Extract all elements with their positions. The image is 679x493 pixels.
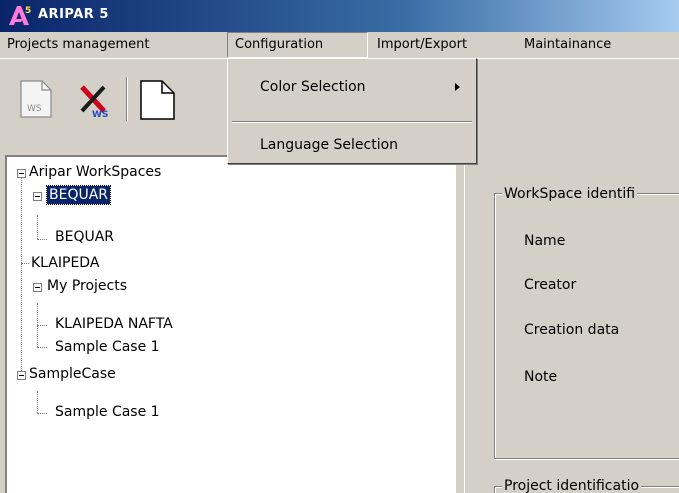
project-identification-title: Project identificatio — [502, 478, 642, 493]
tree-node-samplecase-child[interactable]: Sample Case 1 — [55, 403, 160, 421]
window-title: ARIPAR 5 — [38, 7, 109, 22]
menu-separator — [232, 121, 472, 123]
svg-text:WS: WS — [27, 104, 42, 114]
toolbar-separator — [126, 77, 128, 121]
new-document-icon — [140, 80, 175, 120]
tree-expander-my-projects[interactable] — [33, 283, 42, 292]
delete-workspace-button[interactable]: WS — [74, 77, 114, 121]
tree-node-klaipeda[interactable]: KLAIPEDA — [31, 254, 99, 272]
svg-text:5: 5 — [25, 6, 31, 16]
new-workspace-button[interactable]: WS — [18, 77, 58, 121]
tree-node-samplecase[interactable]: SampleCase — [29, 365, 116, 383]
color-selection-label: Color Selection — [260, 79, 366, 95]
menu-item-color-selection[interactable]: Color Selection — [230, 74, 474, 100]
submenu-arrow-icon — [455, 83, 460, 91]
menu-maintainance[interactable]: Maintainance — [517, 32, 618, 58]
tree-expander-samplecase[interactable] — [17, 371, 26, 380]
language-selection-label: Language Selection — [260, 137, 399, 153]
new-document-button[interactable] — [138, 77, 178, 121]
tree-line — [37, 325, 47, 326]
menu-import-export[interactable]: Import/Export — [370, 32, 474, 58]
creation-data-label: Creation data — [524, 322, 620, 338]
menu-configuration[interactable]: Configuration — [227, 32, 368, 58]
tree-line — [21, 263, 29, 264]
configuration-dropdown-menu: Color Selection Language Selection — [227, 58, 477, 164]
menu-item-language-selection[interactable]: Language Selection — [230, 132, 474, 158]
new-workspace-icon: WS — [20, 80, 52, 118]
workspace-details-panel: WorkSpace identifi Name Creator Creation… — [464, 155, 679, 493]
tree-root-expander[interactable] — [17, 169, 26, 178]
tree-line — [37, 391, 38, 413]
workspace-tree[interactable]: Aripar WorkSpaces BEQUAR BEQUAR KLAIPEDA… — [5, 155, 456, 493]
workspace-identification-title: WorkSpace identifi — [502, 186, 638, 202]
tree-node-bequar[interactable]: BEQUAR — [45, 185, 112, 205]
panel-splitter[interactable] — [456, 155, 464, 493]
tree-node-bequar-child[interactable]: BEQUAR — [55, 228, 114, 246]
tree-node-klaipeda-nafta[interactable]: KLAIPEDA NAFTA — [55, 315, 173, 333]
tree-root-aripar-workspaces[interactable]: Aripar WorkSpaces — [29, 163, 161, 181]
tree-line — [37, 215, 38, 239]
title-bar[interactable]: 5 ARIPAR 5 — [0, 0, 679, 32]
tree-line — [37, 413, 47, 414]
tree-expander-bequar[interactable] — [33, 192, 42, 201]
tree-node-my-projects[interactable]: My Projects — [47, 277, 127, 295]
name-label: Name — [524, 233, 566, 249]
tree-line — [37, 239, 47, 240]
tree-line — [21, 177, 22, 379]
tree-node-sample-case-1[interactable]: Sample Case 1 — [55, 338, 160, 356]
delete-workspace-icon: WS — [80, 85, 108, 120]
tree-line — [37, 347, 47, 348]
svg-text:WS: WS — [92, 110, 108, 120]
note-label: Note — [524, 369, 558, 385]
creator-label: Creator — [524, 277, 577, 293]
menu-bar: Projects management Configuration Import… — [0, 32, 679, 59]
menu-projects-management[interactable]: Projects management — [0, 32, 156, 58]
aripar-logo-icon: 5 — [9, 6, 31, 25]
